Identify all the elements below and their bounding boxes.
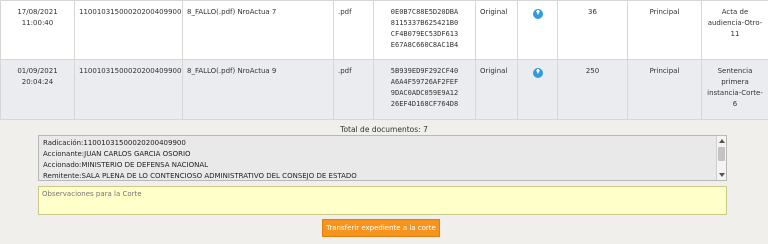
hash-cell: 0E0B7C88E5D20DBA 8115337B625421B0 CF4B079E… (373, 0, 476, 60)
hash-line: 26EF4D168CF764D8 (390, 100, 459, 108)
accionado-line: Accionado:MINISTERIO DE DEFENSA NACIONAL (43, 161, 209, 169)
type-cell: Principal (627, 0, 702, 60)
size-cell: 36 (557, 0, 628, 60)
download-cell (517, 0, 558, 60)
hash-line: 0E0B7C88E5D20DBA (390, 8, 459, 16)
time-text: 20:04:24 (21, 78, 54, 86)
hash-line: 9DAC0ADC059E9A12 (390, 89, 459, 97)
scroll-down-icon[interactable] (719, 173, 725, 177)
case-info-lines: Radicación:11001031500020200409900 Accio… (39, 136, 726, 180)
hash-line: A6A4F59726AF2FEF (390, 78, 459, 86)
total-documents: Total de documentos: 7 (340, 125, 428, 134)
observations-field[interactable] (38, 186, 727, 215)
case-info-scrollbar[interactable] (716, 136, 726, 180)
date-text: 01/09/2021 (17, 67, 58, 75)
date-cell: 01/09/2021 20:04:24 (0, 59, 75, 120)
origin-cell: Original (475, 0, 518, 60)
remitente-line: Remitente:SALA PLENA DE LO CONTENCIOSO A… (43, 172, 357, 180)
radicado-cell: 11001031500020200409900 (74, 59, 183, 120)
hash-line: CF4B079EC53DF613 (390, 30, 459, 38)
scroll-up-icon[interactable] (719, 139, 725, 143)
date-text: 17/08/2021 (17, 8, 58, 16)
accionante-line: Accionante:JUAN CARLOS GARCIA OSORIO (43, 150, 191, 158)
hash-line: 8115337B625421B0 (390, 19, 459, 27)
hash-cell: 5B939ED9F292CF40 A6A4F59726AF2FEF 9DAC0ADC… (373, 59, 476, 120)
extension-cell: .pdf (333, 59, 374, 120)
table-row: 17/08/2021 11:00:40 110010315000202004099… (0, 0, 768, 60)
radicacion-line: Radicación:11001031500020200409900 (43, 139, 186, 147)
filename-cell: 8_FALLO(.pdf) NroActua 9 (182, 59, 334, 120)
description-cell: Sentencia primera instancia-Corte-6 (701, 59, 768, 120)
radicado-cell: 11001031500020200409900 (74, 0, 183, 60)
origin-cell: Original (475, 59, 518, 120)
download-icon[interactable] (532, 68, 543, 78)
size-cell: 250 (557, 59, 628, 120)
download-cell (517, 59, 558, 120)
type-cell: Principal (627, 59, 702, 120)
description-cell: Acta de audiencia-Otro-11 (701, 0, 768, 60)
filename-cell: 8_FALLO(.pdf) NroActua 7 (182, 0, 334, 60)
date-cell: 17/08/2021 11:00:40 (0, 0, 75, 60)
extension-cell: .pdf (333, 0, 374, 60)
download-icon[interactable] (532, 9, 543, 19)
hash-line: 5B939ED9F292CF40 (390, 67, 459, 75)
transfer-button[interactable]: Transferir expediente a la corte (322, 219, 440, 237)
scroll-thumb[interactable] (718, 147, 725, 161)
table-row: 01/09/2021 20:04:24 110010315000202004099… (0, 59, 768, 120)
hash-line: E67A8C660C8AC1B4 (390, 41, 459, 49)
case-info-box[interactable]: Radicación:11001031500020200409900 Accio… (38, 135, 727, 181)
documents-table: 17/08/2021 11:00:40 110010315000202004099… (0, 0, 768, 120)
time-text: 11:00:40 (21, 19, 54, 27)
